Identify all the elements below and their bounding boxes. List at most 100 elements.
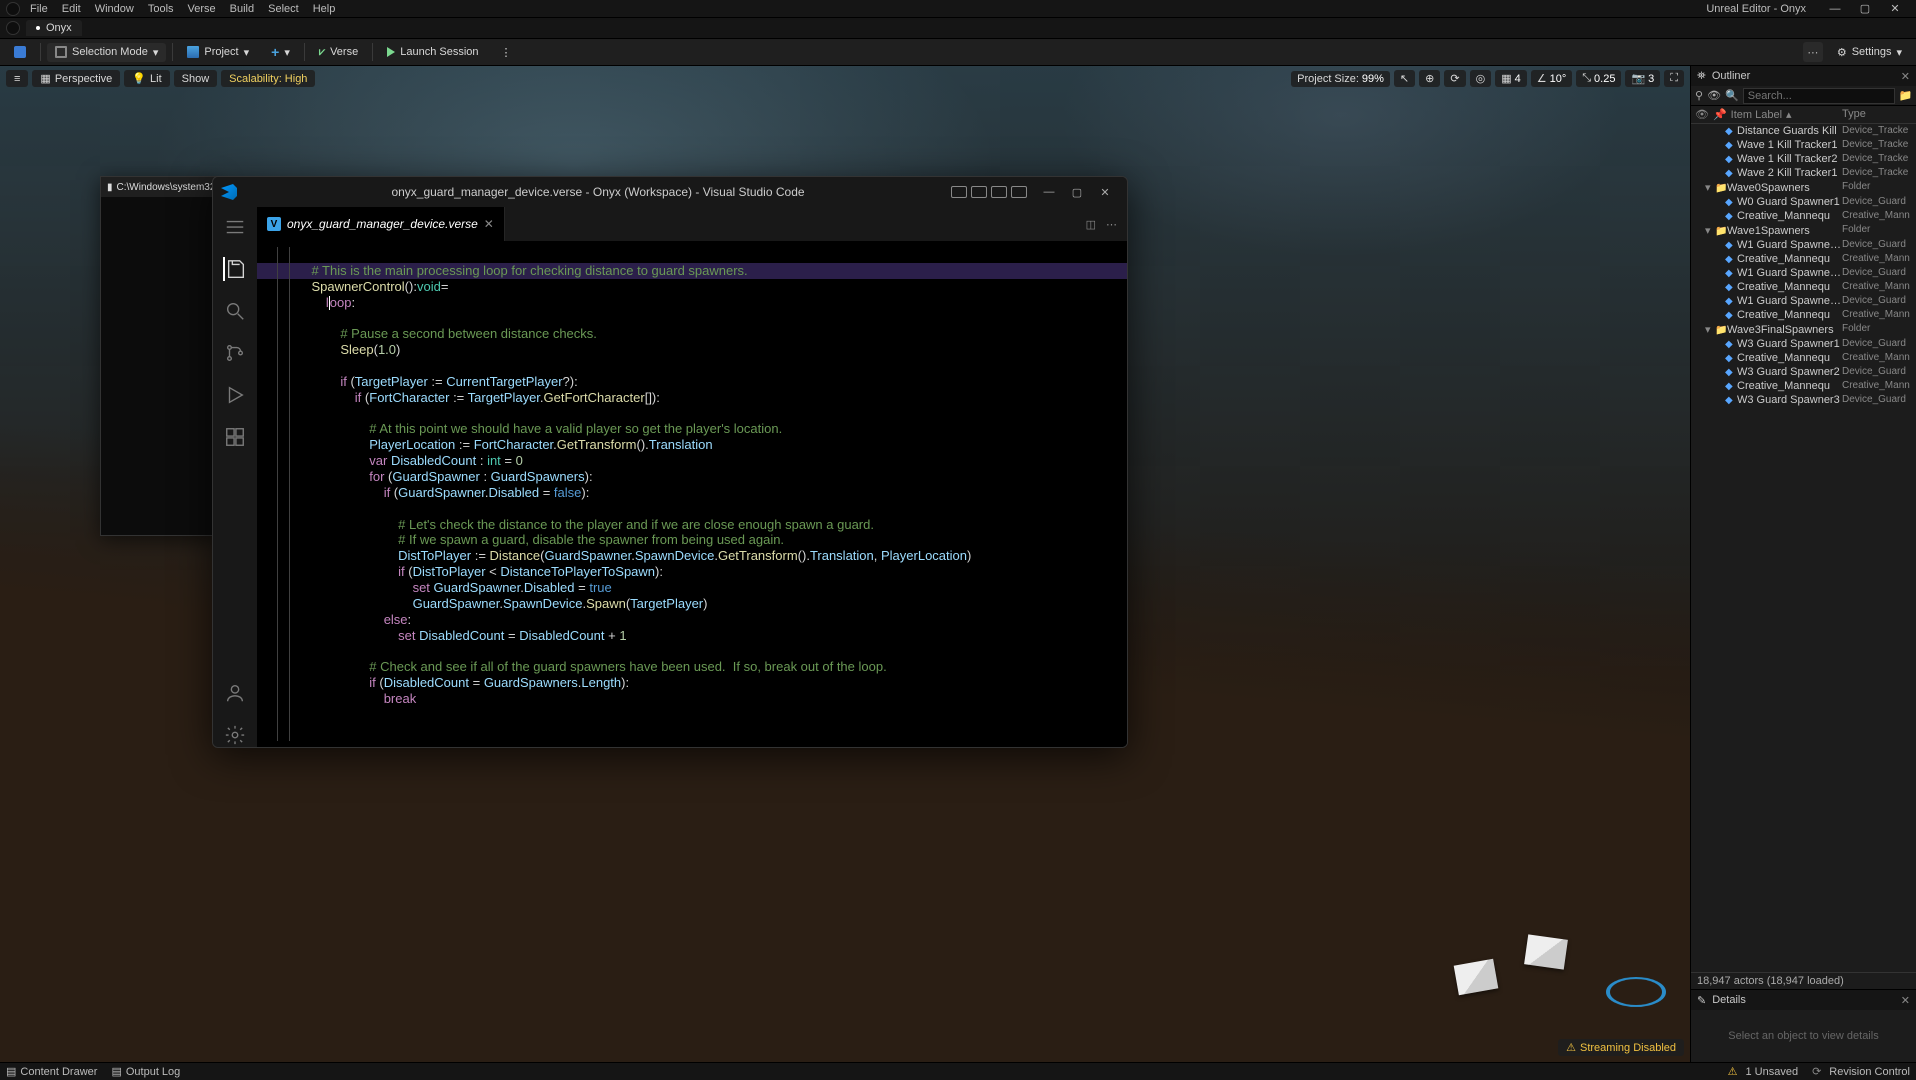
- code-line[interactable]: [257, 501, 1127, 517]
- vscode-titlebar[interactable]: onyx_guard_manager_device.verse - Onyx (…: [213, 177, 1127, 207]
- add-folder-icon[interactable]: 📁: [1899, 89, 1913, 102]
- launch-session-button[interactable]: Launch Session: [379, 43, 486, 61]
- unsaved-indicator[interactable]: 1 Unsaved: [1728, 1065, 1798, 1078]
- outliner-row[interactable]: ▾Wave3FinalSpawnersFolder: [1691, 322, 1916, 337]
- outliner-row[interactable]: ▾Wave0SpawnersFolder: [1691, 180, 1916, 195]
- outliner-row[interactable]: Creative_MannequCreative_Mann: [1691, 252, 1916, 266]
- outliner-row[interactable]: W3 Guard Spawner1Device_Guard: [1691, 337, 1916, 351]
- close-icon[interactable]: ✕: [1901, 994, 1910, 1007]
- menu-window[interactable]: Window: [95, 3, 134, 15]
- eye-icon[interactable]: 👁: [1707, 89, 1721, 102]
- outliner-row[interactable]: W1 Guard Spawner SDevice_Guard: [1691, 238, 1916, 252]
- code-line[interactable]: PlayerLocation := FortCharacter.GetTrans…: [257, 437, 1127, 453]
- code-line[interactable]: for (GuardSpawner : GuardSpawners):: [257, 469, 1127, 485]
- code-line[interactable]: # Check and see if all of the guard spaw…: [257, 659, 1127, 675]
- code-line[interactable]: if (FortCharacter := TargetPlayer.GetFor…: [257, 390, 1127, 406]
- vscode-editor-tab[interactable]: V onyx_guard_manager_device.verse ✕: [257, 207, 505, 241]
- code-line[interactable]: else:: [257, 612, 1127, 628]
- outliner-row[interactable]: Wave 1 Kill Tracker2Device_Tracke: [1691, 152, 1916, 166]
- layout-icon[interactable]: [951, 186, 967, 198]
- menu-select[interactable]: Select: [268, 3, 299, 15]
- window-maximize-button[interactable]: ▢: [1850, 2, 1880, 15]
- run-debug-icon[interactable]: [223, 383, 247, 407]
- streaming-disabled-badge[interactable]: Streaming Disabled: [1558, 1039, 1684, 1056]
- viewport-menu-button[interactable]: ≡: [6, 70, 28, 87]
- code-line[interactable]: # At this point we should have a valid p…: [257, 421, 1127, 437]
- outliner-row[interactable]: W3 Guard Spawner3Device_Guard: [1691, 393, 1916, 407]
- toolbar-misc-button[interactable]: ⋯: [1803, 42, 1823, 62]
- vscode-window[interactable]: onyx_guard_manager_device.verse - Onyx (…: [212, 176, 1128, 748]
- viewport-maximize-button[interactable]: ⛶: [1664, 70, 1684, 87]
- code-line[interactable]: [257, 310, 1127, 326]
- vscode-minimize-button[interactable]: —: [1035, 186, 1063, 198]
- layout-icon[interactable]: [1011, 186, 1027, 198]
- outliner-row[interactable]: Creative_MannequCreative_Mann: [1691, 280, 1916, 294]
- menu-help[interactable]: Help: [313, 3, 336, 15]
- outliner-row[interactable]: Creative_MannequCreative_Mann: [1691, 379, 1916, 393]
- outliner-row[interactable]: W1 Guard Spawner SDevice_Guard: [1691, 294, 1916, 308]
- close-icon[interactable]: ✕: [484, 217, 494, 231]
- code-line[interactable]: DistToPlayer := Distance(GuardSpawner.Sp…: [257, 548, 1127, 564]
- eye-icon[interactable]: 👁: [1695, 108, 1709, 121]
- code-line[interactable]: loop:: [257, 295, 1127, 311]
- window-close-button[interactable]: ✕: [1880, 2, 1910, 15]
- layout-icon[interactable]: [971, 186, 987, 198]
- surface-snap-button[interactable]: ◎: [1470, 70, 1492, 87]
- code-line[interactable]: if (DistToPlayer < DistanceToPlayerToSpa…: [257, 564, 1127, 580]
- outliner-row[interactable]: W1 Guard Spawner SDevice_Guard: [1691, 266, 1916, 280]
- outliner-row[interactable]: Wave 2 Kill Tracker1Device_Tracke: [1691, 166, 1916, 180]
- menu-edit[interactable]: Edit: [62, 3, 81, 15]
- window-minimize-button[interactable]: —: [1820, 3, 1850, 15]
- outliner-list[interactable]: Distance Guards KillDevice_Tracke Wave 1 …: [1691, 124, 1916, 972]
- source-control-icon[interactable]: [223, 341, 247, 365]
- outliner-row[interactable]: W3 Guard Spawner2Device_Guard: [1691, 365, 1916, 379]
- outliner-row[interactable]: Creative_MannequCreative_Mann: [1691, 308, 1916, 322]
- vscode-code-area[interactable]: # This is the main processing loop for c…: [257, 241, 1127, 747]
- save-button[interactable]: [6, 43, 34, 61]
- project-button[interactable]: Project▾: [179, 43, 257, 62]
- menu-verse[interactable]: Verse: [188, 3, 216, 15]
- split-editor-icon[interactable]: ◫: [1086, 218, 1096, 231]
- lit-mode-button[interactable]: 💡Lit: [124, 70, 169, 87]
- menu-icon[interactable]: [223, 215, 247, 239]
- code-line[interactable]: [257, 247, 1127, 263]
- add-content-button[interactable]: +▾: [263, 43, 298, 62]
- outliner-row[interactable]: W0 Guard Spawner1Device_Guard: [1691, 195, 1916, 209]
- pin-icon[interactable]: 📌: [1713, 108, 1727, 121]
- code-line[interactable]: GuardSpawner.SpawnDevice.Spawn(TargetPla…: [257, 596, 1127, 612]
- verse-button[interactable]: ⩗Verse: [311, 43, 366, 62]
- revision-control-button[interactable]: Revision Control: [1812, 1065, 1910, 1078]
- vscode-close-button[interactable]: ✕: [1091, 186, 1119, 199]
- content-drawer-button[interactable]: ▤Content Drawer: [6, 1065, 97, 1078]
- outliner-row[interactable]: ▾Wave1SpawnersFolder: [1691, 223, 1916, 238]
- code-line[interactable]: break: [257, 691, 1127, 707]
- menu-build[interactable]: Build: [230, 3, 254, 15]
- settings-button[interactable]: ⚙Settings▾: [1829, 43, 1910, 62]
- explorer-icon[interactable]: [223, 257, 247, 281]
- selection-mode-button[interactable]: Selection Mode▾: [47, 43, 166, 62]
- level-tab[interactable]: Onyx: [26, 20, 82, 36]
- camera-speed-button[interactable]: 📷3: [1625, 70, 1660, 87]
- code-line[interactable]: [257, 358, 1127, 374]
- outliner-row[interactable]: Distance Guards KillDevice_Tracke: [1691, 124, 1916, 138]
- scale-snap-button[interactable]: ⤡0.25: [1576, 70, 1621, 87]
- nav-gizmo-icon[interactable]: [1606, 962, 1666, 1022]
- show-button[interactable]: Show: [174, 70, 218, 87]
- outliner-tab[interactable]: ⛯ Outliner ✕: [1691, 66, 1916, 86]
- code-line[interactable]: if (TargetPlayer := CurrentTargetPlayer?…: [257, 374, 1127, 390]
- code-line[interactable]: # If we spawn a guard, disable the spawn…: [257, 532, 1127, 548]
- code-line[interactable]: # Let's check the distance to the player…: [257, 517, 1127, 533]
- search-icon[interactable]: [223, 299, 247, 323]
- refresh-button[interactable]: ⟳: [1444, 70, 1465, 87]
- gear-icon[interactable]: [223, 723, 247, 747]
- code-line[interactable]: set DisabledCount = DisabledCount + 1: [257, 628, 1127, 644]
- filter-icon[interactable]: ⚲: [1695, 89, 1703, 102]
- code-line[interactable]: # Pause a second between distance checks…: [257, 326, 1127, 342]
- grid-snap-button[interactable]: ▦4: [1495, 70, 1527, 87]
- transform-mode-button[interactable]: ↖: [1394, 70, 1415, 87]
- code-line[interactable]: # This is the main processing loop for c…: [257, 263, 1127, 279]
- angle-snap-button[interactable]: ∠10°: [1531, 70, 1573, 87]
- code-line[interactable]: [257, 643, 1127, 659]
- code-line[interactable]: if (DisabledCount = GuardSpawners.Length…: [257, 675, 1127, 691]
- details-tab[interactable]: ✎ Details ✕: [1691, 990, 1916, 1010]
